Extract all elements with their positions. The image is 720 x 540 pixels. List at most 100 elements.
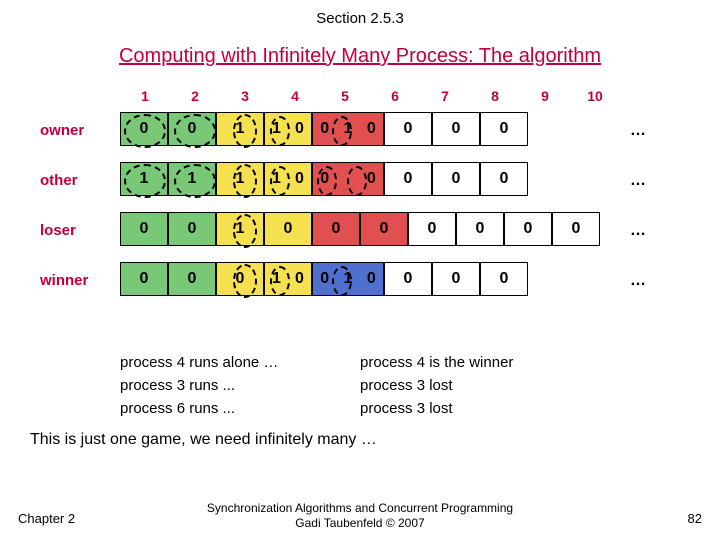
cells: 0010000000 [120,212,600,246]
cell-value: 0 [169,120,215,138]
footer-line1: Synchronization Algorithms and Concurren… [207,501,513,515]
cell-value: 0 [433,170,479,188]
register-cell: 0 [552,212,600,246]
cell-value: 0 [313,220,359,238]
register-cell: 0 [384,112,432,146]
ellipsis: … [630,172,646,190]
column-header: 5 [320,88,370,104]
register-cell: 0 [504,212,552,246]
register-cell: 0 [384,162,432,196]
cell-value: 0 [433,120,479,138]
cell-value: 0 [361,220,407,238]
trace-result: process 3 lost [360,400,720,417]
footer-attribution: Synchronization Algorithms and Concurren… [0,501,720,530]
column-header: 6 [370,88,420,104]
slide-title: Computing with Infinitely Many Process: … [0,45,720,68]
register-cell: 1 [216,212,264,246]
register-cell: 1 [120,162,168,196]
row-loser: loser 0010000000 … [40,212,680,252]
register-cell: 0 [432,262,480,296]
cell-value: 0 [288,270,311,288]
cell-value: 0 [433,270,479,288]
column-header: 2 [170,88,220,104]
register-cell: 0 [360,212,408,246]
register-cell: 0 [408,212,456,246]
cell-value: 1 [217,120,263,138]
cell-value: 0 [385,120,431,138]
cell-value: 0 [288,170,311,188]
cells: 00010010000 [120,262,528,296]
summary-line: This is just one game, we need infinitel… [30,431,690,449]
trace-step: process 3 runs ... [120,377,360,394]
register-cell: 0 [168,212,216,246]
trace-step: process 4 runs alone … [120,354,360,371]
register-cell: 0 [480,262,528,296]
cell-value: 1 [217,170,263,188]
register-cell: 010 [312,262,384,296]
cell-value: 0 [169,270,215,288]
cell-value: 0 [360,270,383,288]
register-cell: 10 [264,112,312,146]
cell-value: 1 [217,220,263,238]
cell-value: 0 [553,220,599,238]
register-cell: 0 [480,112,528,146]
cell-value: 1 [169,170,215,188]
row-label: loser [40,222,110,239]
register-cell: 0 [120,262,168,296]
trace-list: process 4 runs alone …process 4 is the w… [120,354,720,417]
register-cell: 0 [480,162,528,196]
register-cell: 1 [216,162,264,196]
page-number: 82 [688,511,702,526]
row-label: owner [40,122,110,139]
register-cell: 0 [456,212,504,246]
cell-value: 1 [265,170,288,188]
cell-value: 0 [265,220,311,238]
register-cell: 0 [432,162,480,196]
register-cell: 010 [312,112,384,146]
footer-line2: Gadi Taubenfeld © 2007 [295,516,424,530]
cell-value: 0 [385,170,431,188]
row-winner: winner 00010010000 … [40,262,680,302]
cell-value: 0 [360,170,383,188]
column-header: 3 [220,88,270,104]
register-cell: 0 [168,112,216,146]
cell-value: 1 [336,270,359,288]
cell-value: 0 [505,220,551,238]
cell-value: 0 [288,120,311,138]
trace-step: process 6 runs ... [120,400,360,417]
register-cell: 0 [432,112,480,146]
column-header: 8 [470,88,520,104]
cell-value: 0 [481,270,527,288]
register-cell: 10 [264,162,312,196]
trace-result: process 3 lost [360,377,720,394]
cell-value: 0 [409,220,455,238]
ellipsis: … [630,272,646,290]
cell-value: 0 [313,170,336,188]
cell-value: 1 [265,270,288,288]
column-header: 9 [520,88,570,104]
register-cell: 0 [120,212,168,246]
cell-value: 0 [121,220,167,238]
register-cell: 0 0 [312,162,384,196]
section-label: Section 2.5.3 [0,0,720,27]
cell-value: 0 [481,170,527,188]
register-cell: 0 [216,262,264,296]
trace-result: process 4 is the winner [360,354,720,371]
cell-value: 0 [121,270,167,288]
cell-value: 0 [385,270,431,288]
cell-value: 0 [457,220,503,238]
ellipsis: … [630,222,646,240]
row-owner: owner 00110010000 … [40,112,680,152]
register-cell: 1 [216,112,264,146]
cell-value: 1 [121,170,167,188]
cell-value: 0 [169,220,215,238]
cell-value: 0 [360,120,383,138]
row-label: other [40,172,110,189]
cell-value: 0 [313,270,336,288]
cell-value: 0 [481,120,527,138]
register-cell: 0 [384,262,432,296]
register-cell: 0 [168,262,216,296]
register-cell: 0 [120,112,168,146]
column-header: 10 [570,88,620,104]
cell-value: 1 [265,120,288,138]
